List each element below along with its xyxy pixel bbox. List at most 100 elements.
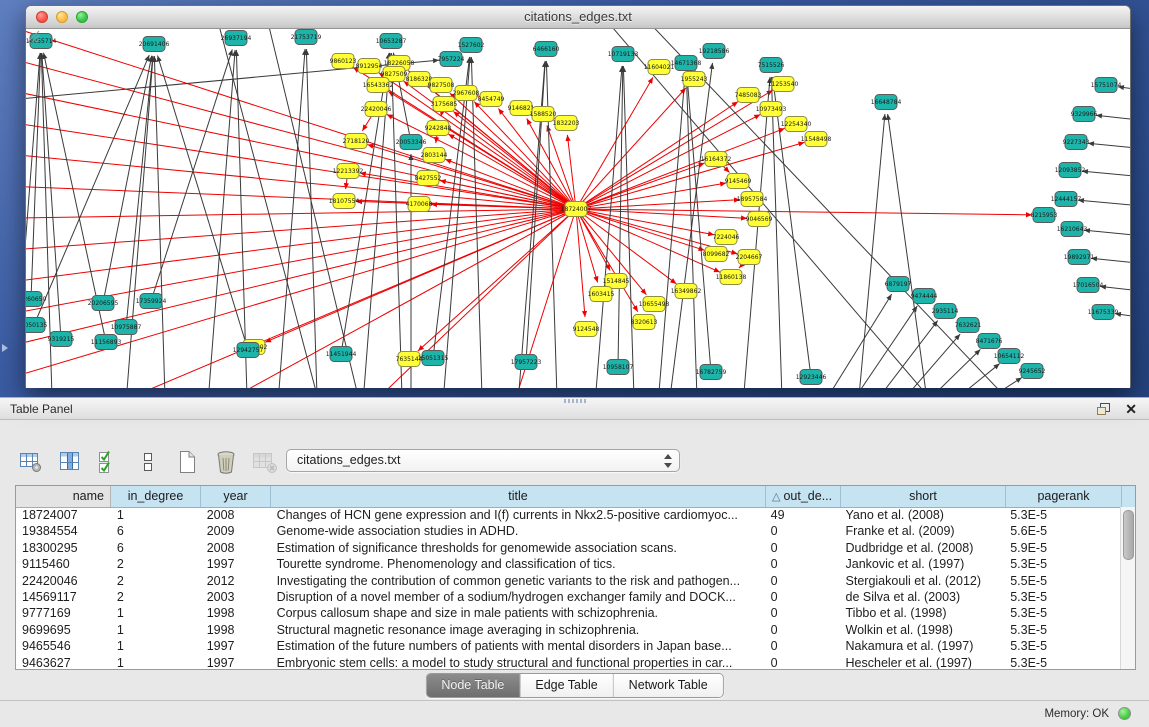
graph-node-19218586[interactable]: 19218586 [699, 44, 730, 59]
graph-node-22420046[interactable]: 22420046 [361, 102, 392, 117]
graph-node-8215953[interactable]: 8215953 [1031, 208, 1058, 223]
graph-node-8320613[interactable]: 8320613 [631, 315, 658, 330]
graph-node-10655498[interactable]: 10655498 [639, 297, 670, 312]
graph-node-11548498[interactable]: 11548498 [801, 132, 832, 147]
graph-node-9827508[interactable]: 9827508 [428, 78, 455, 93]
graph-node-7485083[interactable]: 7485083 [735, 88, 762, 103]
graph-node-9145469[interactable]: 9145469 [725, 174, 752, 189]
table-row[interactable]: 1830029562008Estimation of significance … [16, 540, 1120, 556]
graph-node-12923446[interactable]: 12923446 [796, 370, 827, 385]
tab-network-table[interactable]: Network Table [614, 674, 723, 697]
graph-node-16164372[interactable]: 16164372 [701, 152, 732, 167]
graph-node-12093852[interactable]: 12093852 [1055, 163, 1086, 178]
graph-node-6879197[interactable]: 6879197 [885, 277, 912, 292]
graph-node-4170068[interactable]: 4170068 [406, 197, 433, 212]
graph-node-10973493[interactable]: 10973493 [756, 102, 787, 117]
select-all-columns-icon[interactable] [96, 449, 122, 475]
window-titlebar[interactable]: citations_edges.txt [26, 6, 1130, 29]
graph-node-21753719[interactable]: 21753719 [291, 30, 322, 45]
graph-node-12444157[interactable]: 12444157 [1051, 192, 1082, 207]
table-row[interactable]: 1456911722003Disruption of a novel membe… [16, 589, 1120, 605]
graph-node-9245652[interactable]: 9245652 [1019, 364, 1046, 379]
graph-node-20053346[interactable]: 20053346 [396, 135, 427, 150]
table-row[interactable]: 977716911998Corpus callosum shape and si… [16, 605, 1120, 621]
table-options-icon[interactable] [18, 449, 44, 475]
graph-node-16210643[interactable]: 16210643 [1057, 222, 1088, 237]
graph-node-14671368[interactable]: 14671368 [671, 56, 702, 71]
graph-node-17359924[interactable]: 17359924 [136, 294, 167, 309]
graph-node-1832203[interactable]: 1832203 [553, 116, 580, 131]
graph-node-17016504[interactable]: 17016504 [1073, 278, 1104, 293]
graph-node-1527602[interactable]: 1527602 [458, 38, 485, 53]
memory-ok-indicator-icon[interactable] [1118, 707, 1131, 720]
graph-node-12254340[interactable]: 12254340 [781, 117, 812, 132]
table-row[interactable]: 2242004622012Investigating the contribut… [16, 573, 1120, 589]
table-row[interactable]: 946362711997Embryonic stem cells: a mode… [16, 655, 1120, 669]
graph-node-16648784[interactable]: 16648784 [871, 95, 902, 110]
graph-node-9046569[interactable]: 9046569 [746, 212, 773, 227]
column-header-pagerank[interactable]: pagerank [1006, 486, 1122, 507]
column-header-short[interactable]: short [841, 486, 1006, 507]
graph-node-15751074[interactable]: 15751074 [1091, 78, 1122, 93]
graph-node-11451944[interactable]: 11451944 [326, 347, 357, 362]
tab-node-table[interactable]: Node Table [426, 674, 520, 697]
delete-table-icon[interactable] [213, 449, 239, 475]
graph-node-3175685[interactable]: 3175685 [431, 97, 458, 112]
graph-node-7224046[interactable]: 7224046 [713, 230, 740, 245]
graph-node-10975887[interactable]: 10975887 [111, 320, 142, 335]
minimize-window-button[interactable] [56, 11, 68, 23]
column-header-out_de[interactable]: △out_de... [766, 486, 841, 507]
table-row[interactable]: 946554611997Estimation of the future num… [16, 638, 1120, 654]
graph-node-9319215[interactable]: 9319215 [48, 332, 75, 347]
graph-node-9050135[interactable]: 9050135 [26, 318, 48, 333]
graph-node-18724007[interactable]: 18724007 [561, 202, 592, 217]
graph-node-20691406[interactable]: 20691406 [139, 37, 170, 52]
tab-edge-table[interactable]: Edge Table [520, 674, 613, 697]
resize-grip-icon[interactable] [26, 29, 40, 43]
graph-node-10653287[interactable]: 10653287 [376, 34, 407, 49]
float-panel-icon[interactable] [1096, 402, 1111, 416]
graph-node-11860138[interactable]: 11860138 [716, 270, 747, 285]
graph-node-26937194[interactable]: 26937194 [221, 31, 252, 46]
graph-node-12213392[interactable]: 12213392 [333, 164, 364, 179]
table-panel-header[interactable]: Table Panel ✕ [0, 397, 1149, 420]
graph-node-1603415[interactable]: 1603415 [588, 287, 615, 302]
graph-node-17957223[interactable]: 17957223 [511, 355, 542, 370]
table-selector-dropdown[interactable]: citations_edges.txt [286, 449, 680, 472]
column-header-title[interactable]: title [271, 486, 766, 507]
network-canvas[interactable]: 1872400798601238912954182260589827509165… [26, 29, 1130, 388]
show-columns-icon[interactable] [57, 449, 83, 475]
graph-node-8471676[interactable]: 8471676 [976, 334, 1003, 349]
graph-node-2803144[interactable]: 2803144 [421, 148, 448, 163]
graph-node-9124548[interactable]: 9124548 [573, 322, 600, 337]
graph-node-8454749[interactable]: 8454749 [478, 92, 505, 107]
graph-node-16349862[interactable]: 16349862 [671, 284, 702, 299]
graph-node-11675339[interactable]: 11675339 [1088, 305, 1119, 320]
graph-node-18957584[interactable]: 18957584 [737, 192, 768, 207]
graph-node-18107554[interactable]: 18107554 [329, 194, 360, 209]
table-row[interactable]: 969969511998Structural magnetic resonanc… [16, 622, 1120, 638]
graph-node-16543362[interactable]: 16543362 [363, 78, 394, 93]
close-panel-icon[interactable]: ✕ [1125, 401, 1137, 417]
graph-node-10719133[interactable]: 10719133 [608, 47, 639, 62]
scrollbar-thumb[interactable] [1123, 510, 1134, 560]
column-header-name[interactable]: name [16, 486, 111, 507]
graph-node-6466160[interactable]: 6466160 [533, 42, 560, 57]
vertical-scrollbar[interactable] [1120, 507, 1135, 669]
graph-node-20206595[interactable]: 20206595 [88, 296, 119, 311]
graph-node-9227343[interactable]: 9227343 [1063, 135, 1090, 150]
table-row[interactable]: 1938455462009Genome-wide association stu… [16, 523, 1120, 539]
graph-node-9474444[interactable]: 9474444 [911, 289, 938, 304]
create-table-icon[interactable] [174, 449, 200, 475]
column-header-year[interactable]: year [201, 486, 271, 507]
panel-collapse-arrow-icon[interactable] [2, 344, 8, 352]
graph-node-7515526[interactable]: 7515526 [758, 58, 785, 73]
graph-node-10654112[interactable]: 10654112 [994, 349, 1025, 364]
close-window-button[interactable] [36, 11, 48, 23]
graph-node-19892971[interactable]: 19892971 [1064, 250, 1095, 265]
row-height-icon[interactable] [135, 449, 161, 475]
table-row[interactable]: 911546021997Tourette syndrome. Phenomeno… [16, 556, 1120, 572]
panel-drag-grip[interactable] [564, 399, 586, 403]
graph-node-11156893[interactable]: 11156893 [91, 335, 122, 350]
graph-node-15051315[interactable]: 15051315 [418, 351, 449, 366]
